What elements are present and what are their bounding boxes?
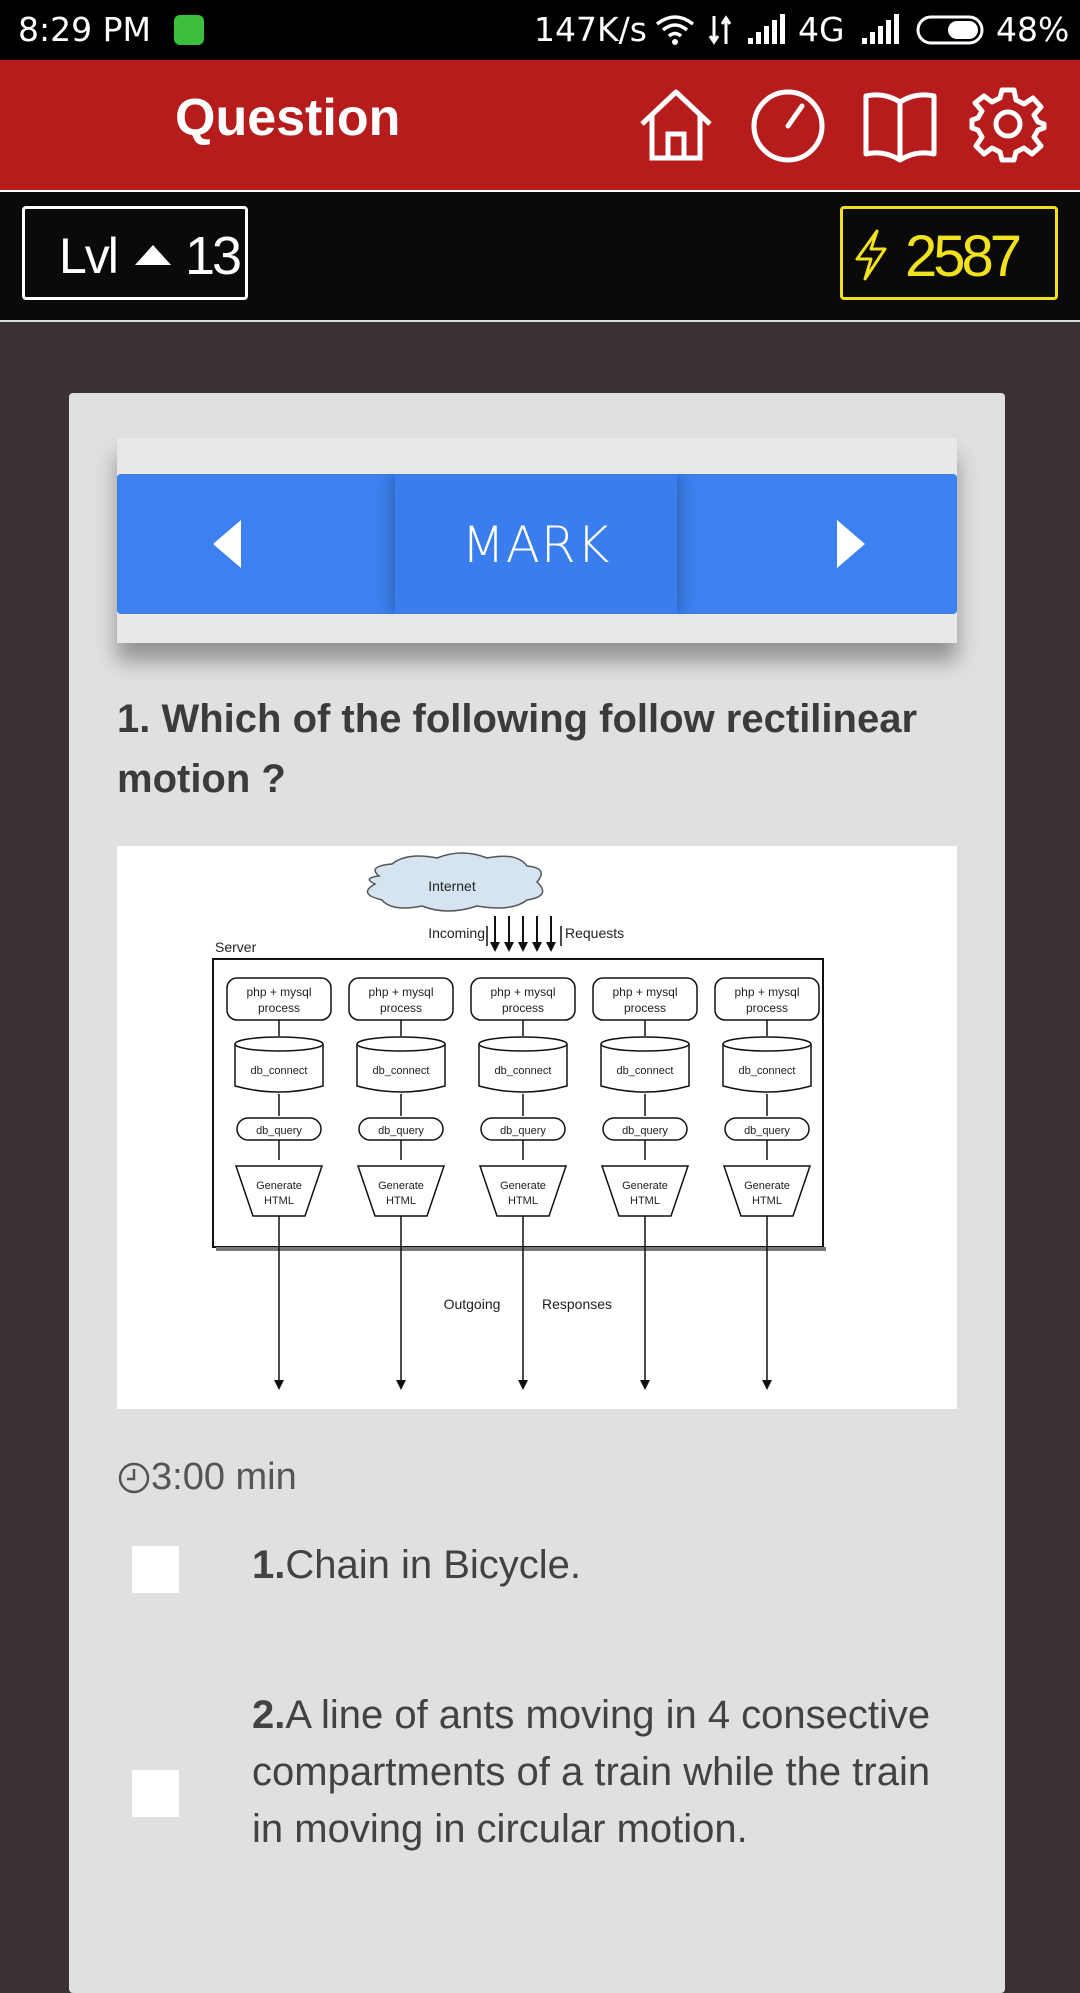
- home-icon[interactable]: [636, 84, 716, 164]
- signal-icon: [748, 14, 785, 44]
- generate-label: HTML: [752, 1195, 782, 1207]
- db-connect-top: [478, 1036, 568, 1052]
- db-query-label: db_query: [256, 1125, 302, 1137]
- level-label: Lvl: [59, 228, 119, 284]
- server-box-shadow: [216, 1247, 826, 1251]
- signal-icon-2: [862, 14, 899, 44]
- db-connect-label: db_connect: [495, 1065, 552, 1077]
- settings-icon[interactable]: [968, 84, 1048, 164]
- incoming-arrowhead: [490, 942, 500, 952]
- db-connect-top: [600, 1036, 690, 1052]
- score-badge: 2587: [840, 206, 1058, 300]
- incoming-arrowhead: [546, 942, 556, 952]
- db-connect-top: [722, 1036, 812, 1052]
- db-connect-top: [234, 1036, 324, 1052]
- outgoing-arrowhead: [274, 1380, 284, 1390]
- process-label: process: [502, 1001, 544, 1015]
- process-label: php + mysql: [246, 985, 311, 999]
- data-arrows-icon: [708, 15, 732, 45]
- level-bar: Lvl 13 2587: [0, 190, 1080, 322]
- level-up-icon: [135, 245, 171, 265]
- process-label: php + mysql: [612, 985, 677, 999]
- timer-icon[interactable]: [748, 84, 828, 164]
- db-connect-label: db_connect: [373, 1065, 430, 1077]
- cloud-label: Internet: [428, 878, 476, 894]
- question-text: 1. Which of the following follow rectili…: [117, 697, 918, 801]
- option-1-text: 1.Chain in Bicycle.: [252, 1543, 582, 1587]
- generate-label: Generate: [744, 1180, 790, 1192]
- incoming-arrowhead: [518, 942, 528, 952]
- level-badge: Lvl 13: [22, 206, 248, 300]
- server-diagram: Internet Incoming Requests Server php + mysq…: [212, 852, 826, 1390]
- process-label: php + mysql: [734, 985, 799, 999]
- clock-icon: [118, 1462, 150, 1494]
- option-2-checkbox[interactable]: [132, 1770, 179, 1817]
- app-bar: Question: [0, 60, 1080, 190]
- db-query-label: db_query: [378, 1125, 424, 1137]
- process-label: process: [624, 1001, 666, 1015]
- battery-level: 48%: [996, 10, 1070, 49]
- generate-label: HTML: [264, 1195, 294, 1207]
- process-label: process: [380, 1001, 422, 1015]
- incoming-arrowhead: [532, 942, 542, 952]
- page-title: Question: [175, 89, 401, 147]
- server-label: Server: [215, 939, 257, 955]
- process-label: php + mysql: [368, 985, 433, 999]
- outgoing-label: Outgoing: [444, 1296, 501, 1312]
- generate-label: HTML: [508, 1195, 538, 1207]
- outgoing-arrowhead: [518, 1380, 528, 1390]
- book-icon[interactable]: [860, 84, 940, 164]
- network-type: 4G: [798, 10, 845, 49]
- mark-bar: MARK: [117, 474, 957, 614]
- outgoing-arrowhead: [762, 1380, 772, 1390]
- incoming-arrowhead: [504, 942, 514, 952]
- battery-icon: [916, 15, 984, 45]
- android-notification-icon: [174, 15, 204, 45]
- lightning-icon: [855, 229, 887, 281]
- process-label: php + mysql: [490, 985, 555, 999]
- incoming-label: Incoming: [428, 925, 485, 941]
- responses-label: Responses: [542, 1296, 612, 1312]
- db-query-label: db_query: [500, 1125, 546, 1137]
- generate-label: HTML: [386, 1195, 416, 1207]
- next-arrow-icon[interactable]: [837, 520, 865, 568]
- option-2-text: 2.A line of ants moving in 4 consective …: [252, 1693, 931, 1851]
- question-image: Internet Incoming Requests Server php + mysq…: [117, 846, 957, 1409]
- option-1-checkbox[interactable]: [132, 1546, 179, 1593]
- status-time: 8:29 PM: [18, 10, 151, 49]
- outgoing-arrowhead: [396, 1380, 406, 1390]
- previous-arrow-icon[interactable]: [213, 520, 241, 568]
- outgoing-arrowhead: [640, 1380, 650, 1390]
- timer: 3:00 min: [117, 1456, 297, 1499]
- question-card: MARK 1. Which of the following follow re…: [69, 393, 1005, 1993]
- status-bar: 8:29 PM 147K/s 4G 48%: [0, 0, 1080, 60]
- process-label: process: [258, 1001, 300, 1015]
- db-query-label: db_query: [744, 1125, 790, 1137]
- mark-button[interactable]: MARK: [395, 474, 677, 614]
- generate-label: HTML: [630, 1195, 660, 1207]
- wifi-icon: [655, 15, 695, 45]
- level-number: 13: [185, 226, 242, 286]
- generate-label: Generate: [378, 1180, 424, 1192]
- db-connect-label: db_connect: [251, 1065, 308, 1077]
- score-value: 2587: [905, 224, 1022, 289]
- timer-value: 3:00 min: [151, 1456, 297, 1498]
- db-connect-label: db_connect: [739, 1065, 796, 1077]
- generate-label: Generate: [256, 1180, 302, 1192]
- mark-label: MARK: [461, 516, 611, 574]
- generate-label: Generate: [622, 1180, 668, 1192]
- requests-label: Requests: [565, 925, 624, 941]
- db-connect-label: db_connect: [617, 1065, 674, 1077]
- generate-label: Generate: [500, 1180, 546, 1192]
- db-connect-top: [356, 1036, 446, 1052]
- network-speed: 147K/s: [534, 10, 647, 49]
- db-query-label: db_query: [622, 1125, 668, 1137]
- process-label: process: [746, 1001, 788, 1015]
